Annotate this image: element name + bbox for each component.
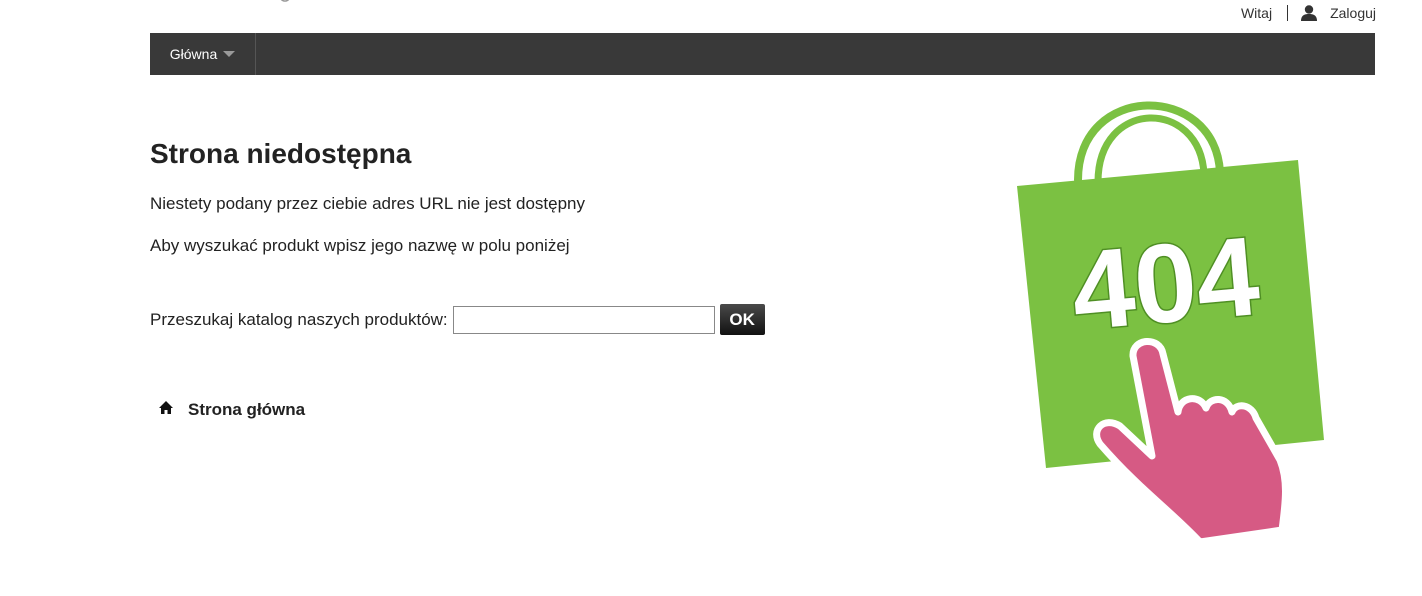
page: Witaj Zaloguj Główna Strona niedostępna … — [0, 0, 1422, 596]
login-link[interactable]: Zaloguj — [1330, 4, 1376, 22]
search-label: Przeszukaj katalog naszych produktów: — [150, 309, 448, 329]
caret-down-icon — [223, 51, 236, 57]
nav-item-label: Główna — [169, 46, 218, 62]
header-divider — [1287, 5, 1289, 21]
search-form: Przeszukaj katalog naszych produktów: OK — [150, 304, 765, 335]
search-input[interactable] — [452, 305, 715, 334]
user-icon — [1301, 5, 1318, 21]
page-title: Strona niedostępna — [150, 138, 412, 169]
shopping-bag-404-illustration: 404 — [1017, 101, 1324, 546]
logo[interactable] — [165, 0, 400, 4]
home-icon — [159, 401, 173, 414]
error-code-text: 404 — [1067, 213, 1264, 354]
home-link-label: Strona główna — [188, 400, 306, 419]
welcome-text: Witaj — [1240, 5, 1273, 21]
header-user-links: Witaj Zaloguj — [1241, 4, 1376, 22]
nav-item-home[interactable]: Główna — [150, 33, 256, 75]
search-ok-button[interactable]: OK — [719, 304, 765, 335]
error-message: Niestety podany przez ciebie adres URL n… — [150, 194, 585, 213]
search-hint: Aby wyszukać produkt wpisz jego nazwę w … — [150, 236, 570, 255]
home-page-link[interactable]: Strona główna — [159, 400, 305, 420]
main-navbar: Główna — [150, 33, 1375, 75]
